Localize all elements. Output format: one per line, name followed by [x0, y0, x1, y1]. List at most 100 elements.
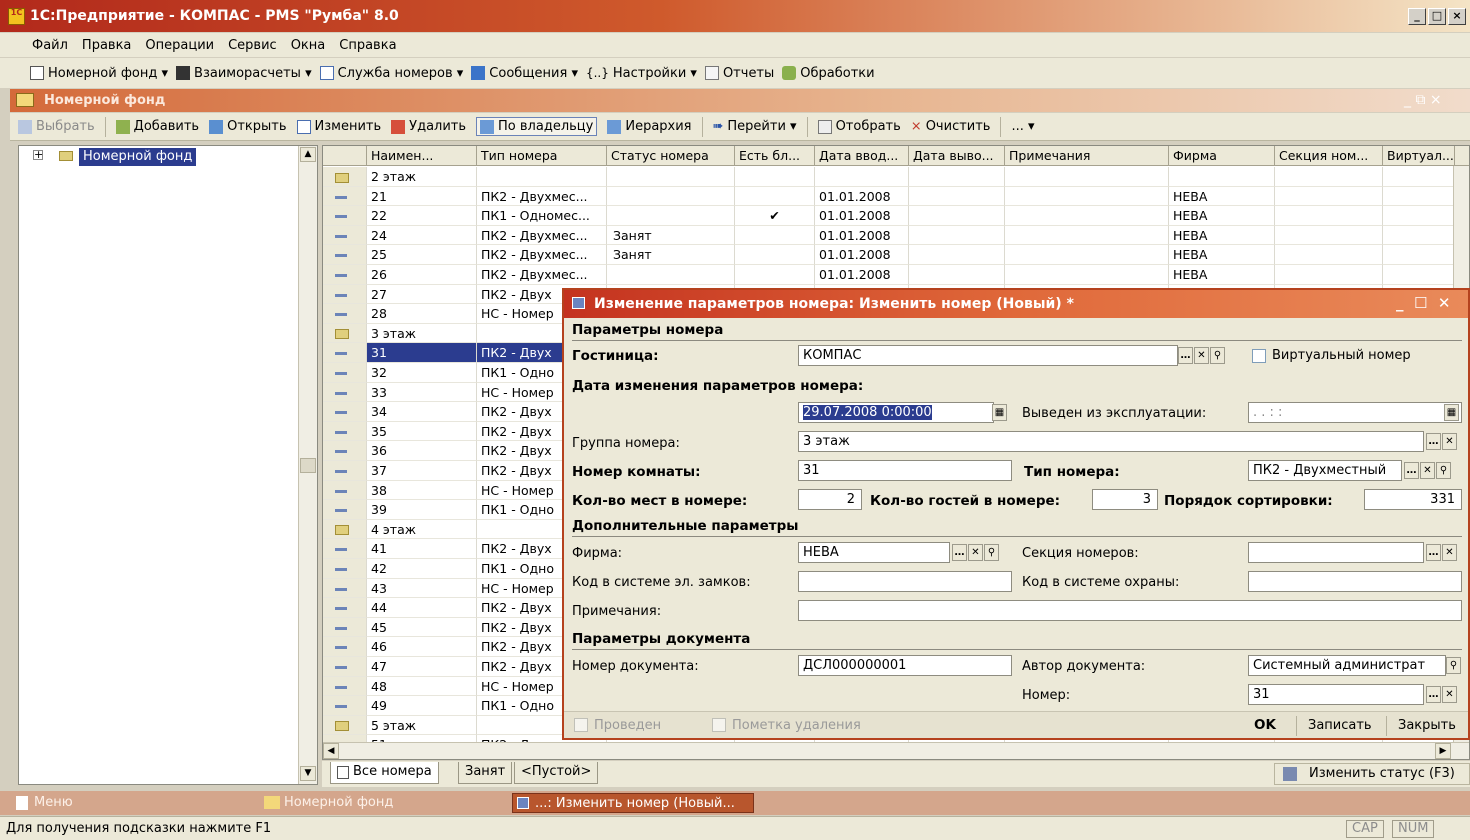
menu-help[interactable]: Справка — [337, 38, 398, 53]
close-icon[interactable]: ✕ — [1438, 294, 1451, 312]
menu-operations[interactable]: Операции — [143, 38, 216, 53]
select-icon[interactable]: … — [1426, 433, 1441, 450]
ok-button[interactable]: OK — [1254, 717, 1276, 733]
retired-field[interactable]: . . : : — [1248, 402, 1462, 423]
header-has-block[interactable]: Есть бл... — [735, 146, 815, 166]
lock-code-field[interactable] — [798, 571, 1012, 592]
hotel-field[interactable]: КОМПАС — [798, 345, 1178, 366]
notes-field[interactable] — [798, 600, 1462, 621]
guests-field[interactable]: 3 — [1092, 489, 1158, 510]
clear-icon[interactable]: ✕ — [1442, 686, 1457, 703]
places-field[interactable]: 2 — [798, 489, 862, 510]
select-icon[interactable]: … — [1178, 347, 1193, 364]
task-edit-room[interactable]: ...: Изменить номер (Новый... — [512, 793, 754, 813]
section-rooms-field[interactable] — [1248, 542, 1424, 563]
hierarchy-button[interactable]: Иерархия — [607, 119, 692, 134]
guard-code-field[interactable] — [1248, 571, 1462, 592]
header-notes[interactable]: Примечания — [1005, 146, 1169, 166]
edit-button[interactable]: Изменить — [296, 119, 381, 134]
toolbar-room-service[interactable]: Служба номеров ▾ — [319, 66, 463, 81]
table-row[interactable]: 22 ПК1 - Одномес... ✔ 01.01.2008 НЕВА — [323, 206, 1469, 226]
expand-icon[interactable]: + — [33, 149, 43, 160]
table-row[interactable]: 21 ПК2 - Двухмес... 01.01.2008 НЕВА — [323, 186, 1469, 207]
select-button[interactable]: Выбрать — [18, 119, 95, 134]
scroll-down-icon[interactable]: ▼ — [300, 766, 316, 781]
clear-icon[interactable]: ✕ — [968, 544, 983, 561]
header-virtual[interactable]: Виртуал... — [1383, 146, 1455, 166]
scroll-up-icon[interactable]: ▲ — [300, 147, 316, 162]
table-hscrollbar[interactable]: ◀ ▶ — [323, 742, 1469, 759]
doc-number-field[interactable]: ДСЛ000000001 — [798, 655, 1012, 676]
tree-scrollbar[interactable]: ▲ ▼ — [298, 146, 317, 784]
menu-service[interactable]: Сервис — [226, 38, 279, 53]
clear-icon[interactable]: ✕ — [1194, 347, 1209, 364]
header-section[interactable]: Секция ном... — [1275, 146, 1383, 166]
save-button[interactable]: Записать — [1308, 718, 1372, 733]
calendar-icon[interactable]: ▦ — [992, 404, 1007, 421]
header-room-type[interactable]: Тип номера — [477, 146, 607, 166]
group-field[interactable]: 3 этаж — [798, 431, 1424, 452]
clear-icon[interactable]: ✕ — [1442, 544, 1457, 561]
header-name[interactable]: Наимен... — [367, 146, 477, 166]
goto-button[interactable]: ➠ Перейти ▾ — [713, 119, 797, 134]
toolbar-settlements[interactable]: Взаиморасчеты ▾ — [176, 66, 312, 81]
toolbar-reports[interactable]: Отчеты — [704, 66, 774, 81]
tab-all-rooms[interactable]: Все номера — [330, 762, 439, 784]
scroll-left-icon[interactable]: ◀ — [323, 743, 339, 759]
delete-button[interactable]: Удалить — [391, 119, 466, 134]
select-icon[interactable]: … — [1426, 686, 1441, 703]
table-row[interactable]: 26 ПК2 - Двухмес... 01.01.2008 НЕВА — [323, 265, 1469, 285]
toolbar-room-fund[interactable]: Номерной фонд ▾ — [30, 66, 168, 81]
select-icon[interactable]: … — [1426, 544, 1441, 561]
room-number-field[interactable]: 31 — [798, 460, 1012, 481]
toolbar-messages[interactable]: Сообщения ▾ — [471, 66, 578, 81]
select-icon[interactable]: … — [952, 544, 967, 561]
sort-order-field[interactable]: 331 — [1364, 489, 1462, 510]
firm-field[interactable]: НЕВА — [798, 542, 950, 563]
calendar-icon[interactable]: ▦ — [1444, 404, 1459, 421]
search-icon[interactable]: ⚲ — [1446, 657, 1461, 674]
minimize-icon[interactable]: _ — [1408, 8, 1426, 25]
maximize-icon[interactable]: ☐ — [1414, 294, 1427, 312]
search-icon[interactable]: ⚲ — [1210, 347, 1225, 364]
clear-filter-button[interactable]: ⨯ Очистить — [911, 119, 991, 134]
change-status-button[interactable]: Изменить статус (F3) — [1274, 763, 1470, 785]
select-icon[interactable]: … — [1404, 462, 1419, 479]
number-field[interactable]: 31 — [1248, 684, 1424, 705]
close-icon[interactable]: × — [1448, 8, 1466, 25]
table-row[interactable]: 2 этаж — [323, 167, 1469, 187]
task-menu[interactable]: Меню — [12, 793, 232, 813]
by-owner-button[interactable]: По владельцу — [476, 117, 598, 136]
search-icon[interactable]: ⚲ — [1436, 462, 1451, 479]
child-restore-icon[interactable]: _ ⧉ × — [1404, 92, 1442, 108]
filter-button[interactable]: Отобрать — [817, 119, 901, 134]
close-button[interactable]: Закрыть — [1398, 718, 1456, 733]
more-button[interactable]: ... ▾ — [1011, 119, 1034, 134]
table-row[interactable]: 24 ПК2 - Двухмес... Занят 01.01.2008 НЕВА — [323, 225, 1469, 246]
tab-occupied[interactable]: Занят — [458, 762, 513, 784]
maximize-icon[interactable]: □ — [1428, 8, 1446, 25]
menu-windows[interactable]: Окна — [289, 38, 328, 53]
scroll-right-icon[interactable]: ▶ — [1435, 743, 1451, 759]
add-button[interactable]: Добавить — [115, 119, 199, 134]
clear-icon[interactable]: ✕ — [1420, 462, 1435, 479]
header-firm[interactable]: Фирма — [1169, 146, 1275, 166]
search-icon[interactable]: ⚲ — [984, 544, 999, 561]
table-row[interactable]: 25 ПК2 - Двухмес... Занят 01.01.2008 НЕВА — [323, 245, 1469, 265]
open-button[interactable]: Открыть — [209, 119, 287, 134]
minimize-icon[interactable]: _ — [1396, 294, 1404, 312]
deletion-mark-checkbox[interactable] — [712, 718, 726, 732]
toolbar-settings[interactable]: {..} Настройки ▾ — [586, 66, 697, 81]
posted-checkbox[interactable] — [574, 718, 588, 732]
virtual-room-checkbox[interactable] — [1252, 349, 1266, 363]
task-room-fund[interactable]: Номерной фонд — [262, 793, 502, 813]
menu-file[interactable]: Файл — [30, 38, 70, 53]
header-date-in[interactable]: Дата ввод... — [815, 146, 909, 166]
menu-edit[interactable]: Правка — [80, 38, 133, 53]
header-status[interactable]: Статус номера — [607, 146, 735, 166]
room-type-field[interactable]: ПК2 - Двухместный — [1248, 460, 1402, 481]
clear-icon[interactable]: ✕ — [1442, 433, 1457, 450]
date-change-field[interactable]: 29.07.2008 0:00:00 — [798, 402, 994, 423]
tab-empty[interactable]: <Пустой> — [514, 762, 599, 784]
doc-author-field[interactable]: Системный администрат — [1248, 655, 1446, 676]
